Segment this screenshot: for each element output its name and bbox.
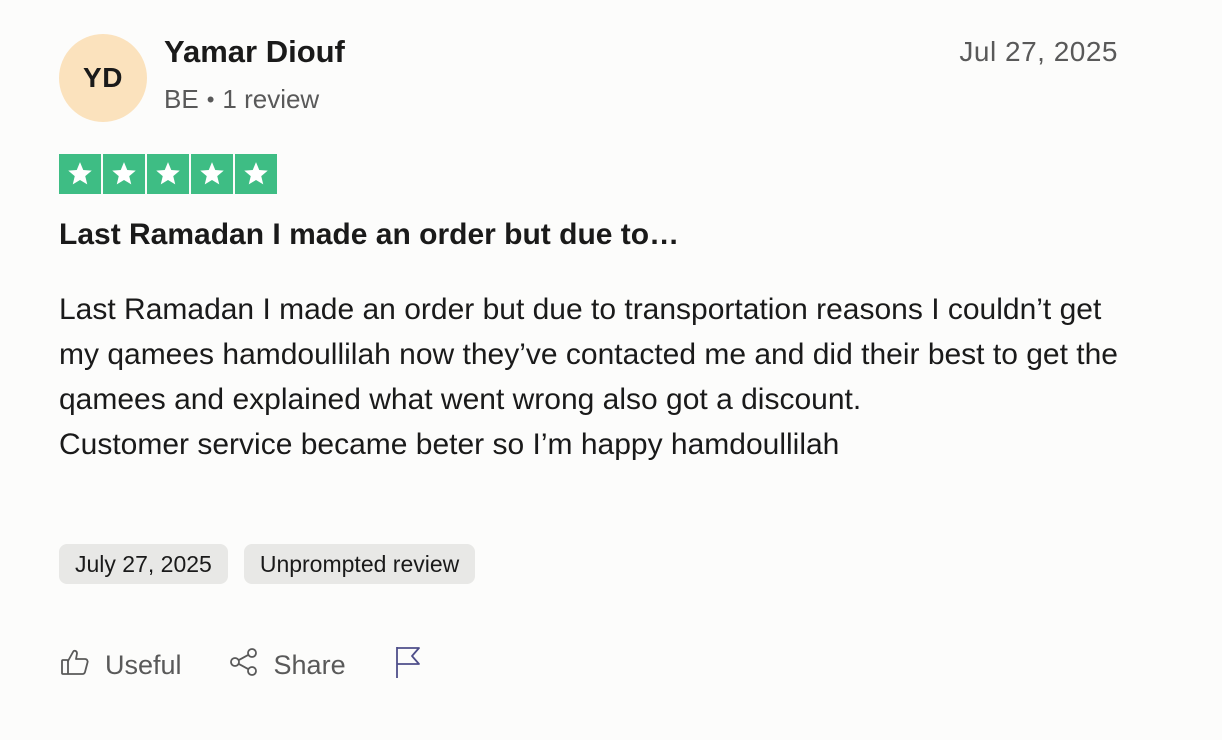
share-label: Share — [273, 650, 346, 680]
review-body-paragraph: Customer service became beter so I’m hap… — [59, 428, 840, 461]
star-rating — [59, 154, 277, 194]
experience-date-chip: July 27, 2025 — [59, 544, 228, 584]
reviewer-meta: BE • 1 review — [164, 84, 319, 115]
review-chips: July 27, 2025 Unprompted review — [59, 544, 476, 584]
reviewer-country: BE — [164, 84, 199, 114]
star-icon — [235, 154, 277, 194]
useful-button[interactable]: Useful — [59, 646, 182, 685]
review-card: YD Yamar Diouf BE • 1 review Jul 27, 202… — [0, 0, 1222, 740]
reviewer-name[interactable]: Yamar Diouf — [164, 34, 345, 70]
star-icon — [103, 154, 145, 194]
review-date: Jul 27, 2025 — [959, 36, 1118, 67]
thumbs-up-icon — [59, 646, 91, 685]
star-icon — [59, 154, 101, 194]
reviewer-review-count: 1 review — [222, 84, 320, 114]
meta-separator: • — [206, 86, 215, 112]
review-title[interactable]: Last Ramadan I made an order but due to… — [59, 218, 679, 252]
report-button[interactable] — [392, 644, 424, 687]
avatar[interactable]: YD — [59, 34, 147, 122]
share-button[interactable]: Share — [228, 646, 346, 685]
star-icon — [147, 154, 189, 194]
review-actions: Useful Share — [59, 644, 470, 687]
review-body-paragraph: Last Ramadan I made an order but due to … — [59, 293, 1118, 416]
review-body: Last Ramadan I made an order but due to … — [59, 287, 1119, 467]
avatar-initials: YD — [83, 62, 123, 93]
review-type-chip[interactable]: Unprompted review — [243, 544, 476, 584]
useful-label: Useful — [105, 650, 182, 680]
share-icon — [228, 646, 260, 685]
star-icon — [191, 154, 233, 194]
flag-icon — [392, 644, 424, 687]
